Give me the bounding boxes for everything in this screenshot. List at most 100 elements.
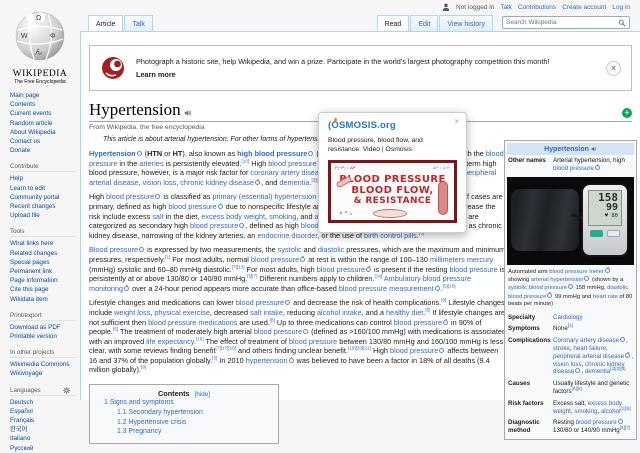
sidebar-item[interactable]: Random article [10,119,76,128]
wiki-link[interactable]: healthy diet [386,308,423,317]
sidebar-item[interactable]: Current events [10,109,76,118]
infobox-title-text[interactable]: Hypertension [544,146,589,153]
sidebar-item[interactable]: Permanent link [10,267,76,276]
sidebar-item[interactable]: Wikidata item [10,295,76,304]
sidebar-item[interactable]: Learn to edit [10,184,76,193]
reference-link[interactable]: [9] [141,365,146,370]
toc-item[interactable]: 1.3 Pregnancy [104,427,264,437]
wiki-link[interactable]: coronary artery disease [250,168,326,177]
osmosis-video-link-icon[interactable] [300,256,306,262]
sidebar-item[interactable]: Contents [10,100,76,109]
osmosis-video-link-icon[interactable] [620,336,626,343]
sidebar-item[interactable]: Community portal [10,193,76,202]
wiki-link[interactable]: chronic kidney disease [180,178,254,187]
sidebar-item[interactable]: Related changes [10,249,76,258]
wiki-link[interactable]: blood pressure [254,327,302,336]
osmosis-video-link-icon[interactable] [285,299,291,306]
video-thumbnail[interactable]: P₁−P₂ = ΔP ΔP = Q·R BLOOD PRESSURE BLOOD… [328,159,457,223]
personal-link[interactable]: Create account [562,4,606,11]
sidebar-item[interactable]: Upload file [10,211,76,220]
wiki-link[interactable]: endocrine disorder [257,231,317,240]
wiki-link[interactable]: physical exercise [154,308,210,317]
sidebar-item[interactable]: Wikivoyage [10,369,76,378]
sidebar-item[interactable]: Printable version [10,332,76,341]
wiki-link[interactable]: salt intake [250,308,283,317]
wiki-link[interactable]: systolic [278,245,302,254]
pronunciation-speaker-icon[interactable] [184,109,192,117]
wiki-link[interactable]: Blood pressure [89,245,138,254]
osmosis-video-link-icon[interactable] [547,292,553,298]
wiki-link[interactable]: dementia [279,178,309,187]
personal-link[interactable]: Log in [612,4,630,11]
osmosis-video-link-icon[interactable] [617,418,623,425]
osmosis-video-link-icon[interactable] [443,319,449,325]
wiki-link[interactable]: smoking [269,212,296,221]
wiki-link[interactable]: blood pressure [106,192,154,201]
toc-item[interactable]: 1.2 Hypertensive crisis [104,418,264,428]
sidebar-item[interactable]: Français [10,416,76,425]
wiki-link[interactable]: blood pressure [251,255,299,264]
wiki-link[interactable]: vision loss [143,178,177,187]
wiki-link[interactable]: arterial hypertension [531,277,584,283]
wiki-link[interactable]: blood pressure [576,419,617,426]
wiki-link[interactable]: blood pressure [390,346,438,355]
wiki-link[interactable]: alcohol intake [317,308,362,317]
osmosis-video-link-icon[interactable] [366,266,372,272]
sidebar-item[interactable]: Recent changes [10,202,76,211]
wiki-link[interactable]: blood pressure [394,318,442,327]
sidebar-item[interactable]: Cite this page [10,285,76,294]
personal-link[interactable]: Contributions [518,4,556,11]
wiki-link[interactable]: primary (essential) hypertension [212,192,316,201]
toc-item[interactable]: 1.1 Secondary hypertension [104,408,264,418]
osmosis-video-link-icon[interactable] [594,164,600,170]
osmosis-video-link-icon[interactable] [303,328,309,335]
osmosis-video-link-icon[interactable] [155,193,161,200]
wikipedia-logo[interactable]: Ω W Φ ん WIKIPEDIA The Free Encyclopedia [0,8,80,85]
sidebar-item[interactable]: About Wikipedia [10,128,76,137]
wiki-link[interactable]: vision loss [553,361,582,368]
tab-article[interactable]: Article [88,15,124,31]
reference-link[interactable]: [1][5] [620,406,630,411]
wiki-link[interactable]: blood pressure measurement [339,284,434,293]
wiki-link[interactable]: blood pressure [236,298,284,307]
sidebar-item[interactable]: What links here [10,239,76,248]
reference-link[interactable]: [1] [568,323,573,329]
reference-link[interactable]: [5][6] [572,386,582,391]
osmosis-video-link-icon[interactable] [575,367,581,374]
sidebar-item[interactable]: Download as PDF [10,323,76,332]
osmosis-video-link-icon[interactable] [124,285,130,291]
wiki-link[interactable]: heart failure [573,345,606,352]
sidebar-item[interactable]: Special pages [10,258,76,267]
osmosis-video-link-icon[interactable] [584,275,590,281]
sidebar-item[interactable]: Donate [10,146,76,155]
reference-link[interactable]: [16] [196,336,204,341]
infobox-speaker-icon[interactable] [591,146,597,152]
sidebar-item[interactable]: Main page [10,91,76,100]
sidebar-item[interactable]: Help [10,174,76,183]
osmosis-video-link-icon[interactable] [139,246,145,253]
wiki-link[interactable]: Coronary artery disease [553,337,619,344]
sidebar-item[interactable]: Español [10,407,76,416]
sidebar-item[interactable]: Deutsch [10,398,76,407]
wiki-link[interactable]: diastolic [318,245,344,254]
reference-link[interactable]: [19][20][21] [348,346,371,351]
osmosis-video-link-icon[interactable] [217,203,223,209]
wiki-link[interactable]: systolic blood pressure [508,285,567,291]
toc-hide-toggle[interactable]: [hide] [195,391,210,398]
search-input[interactable] [506,19,618,26]
sidebar-item[interactable]: Page information [10,276,76,285]
wiki-link[interactable]: smoking [574,408,597,415]
reference-link[interactable]: [2][3][4] [610,366,625,372]
wiki-link[interactable]: alcohol [601,408,621,415]
wiki-link[interactable]: weight loss [114,308,150,317]
osmosis-video-link-icon[interactable] [625,352,631,358]
tab-talk[interactable]: Talk [124,15,153,31]
reference-link[interactable]: [7][13] [232,264,245,269]
tab-read[interactable]: Read [376,15,410,31]
wiki-link[interactable]: blood pressure [449,265,497,274]
osmosis-video-link-icon[interactable] [434,285,440,291]
wiki-link[interactable]: Cardiology [553,314,583,321]
banner-close-button[interactable]: × [606,61,621,76]
wiki-link[interactable]: blood pressure [553,165,594,172]
wiki-link[interactable]: Hypertension [89,149,136,158]
